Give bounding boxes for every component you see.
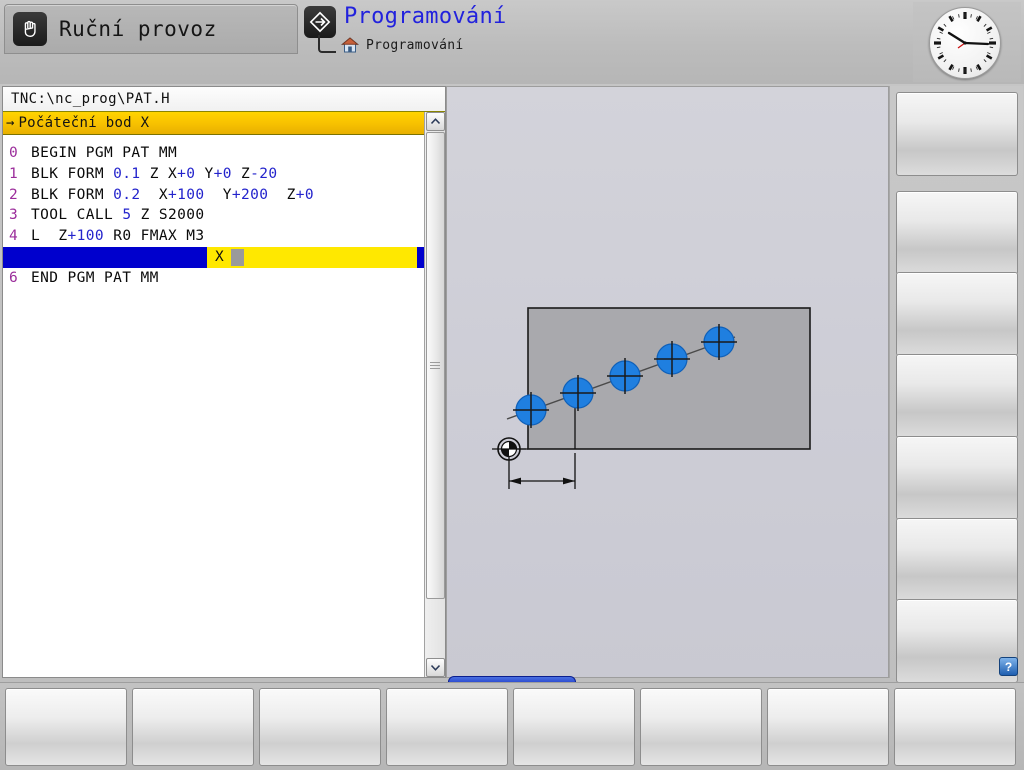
- softkey-bottom-1[interactable]: [5, 688, 127, 766]
- program-line[interactable]: 4 L Z+100 R0 FMAX M3: [3, 226, 445, 247]
- program-line[interactable]: 0 BEGIN PGM PAT MM: [3, 143, 445, 164]
- analog-clock: [929, 7, 1001, 79]
- tnc-control-screen: Ruční provoz Programování Programování T…: [0, 0, 1024, 770]
- file-path-bar: TNC:\nc_prog\PAT.H: [3, 87, 445, 112]
- header-bar: Ruční provoz Programování Programování: [0, 0, 1024, 84]
- line-number: 2: [9, 186, 19, 203]
- line-number: 6: [9, 269, 19, 286]
- file-path-text: TNC:\nc_prog\PAT.H: [11, 91, 170, 107]
- softkey-right-1[interactable]: [896, 92, 1018, 176]
- tab-programming[interactable]: Programování Programování: [304, 2, 544, 64]
- program-line[interactable]: 1 BLK FORM 0.1 Z X+0 Y+0 Z-20: [3, 164, 445, 185]
- tab-manual-label: Ruční provoz: [59, 17, 217, 41]
- line-text: TOOL CALL 5 Z S2000: [31, 207, 205, 224]
- line-text: BLK FORM 0.1 Z X+0 Y+0 Z-20: [31, 165, 278, 182]
- softkey-bottom-7[interactable]: [767, 688, 889, 766]
- softkey-bottom-5[interactable]: [513, 688, 635, 766]
- program-block-list[interactable]: 0 BEGIN PGM PAT MM 1 BLK FORM 0.1 Z X+0 Y+…: [3, 135, 445, 289]
- editor-vertical-scrollbar[interactable]: [424, 112, 445, 677]
- tab-manual-operation[interactable]: Ruční provoz: [4, 4, 298, 54]
- hand-icon: [13, 12, 47, 46]
- program-editor-pane: TNC:\nc_prog\PAT.H → Počáteční bod X 0 BE…: [2, 86, 446, 678]
- help-graphic-pane: [446, 86, 889, 678]
- line-number: 1: [9, 165, 19, 182]
- softkey-right-3[interactable]: [896, 272, 1018, 356]
- softkey-right-2[interactable]: [896, 191, 1018, 275]
- line-text: END PGM PAT MM: [31, 269, 159, 286]
- arrow-right-icon: →: [6, 115, 15, 131]
- scrollbar-grip: [430, 361, 440, 370]
- tree-elbow: [318, 35, 336, 53]
- program-line-selected[interactable]: 5 PATTERN DEF ROW1( X: [3, 246, 445, 286]
- datum-origin-icon: [492, 437, 526, 461]
- text-cursor: [231, 248, 244, 266]
- tab-programming-label: Programování: [344, 4, 507, 29]
- line-text: BEGIN PGM PAT MM: [31, 145, 178, 161]
- line-number: 0: [9, 145, 19, 161]
- row-pattern-help-graphic: [492, 307, 811, 489]
- dialog-prompt-bar: → Počáteční bod X: [3, 112, 445, 135]
- scroll-up-button[interactable]: [426, 112, 445, 131]
- line-text: L Z+100 R0 FMAX M3: [31, 228, 205, 245]
- softkey-bottom-8[interactable]: [894, 688, 1016, 766]
- help-icon[interactable]: ?: [999, 657, 1018, 676]
- field-axis-label: X: [215, 248, 225, 265]
- line-number: 4: [9, 228, 19, 245]
- dialog-prompt-text: Počáteční bod X: [18, 115, 150, 131]
- softkey-bottom-3[interactable]: [259, 688, 381, 766]
- softkey-right-4[interactable]: [896, 354, 1018, 438]
- home-icon: [340, 36, 360, 54]
- line-text: BLK FORM 0.2 X+100 Y+200 Z+0: [31, 186, 315, 203]
- softkey-bottom-4[interactable]: [386, 688, 508, 766]
- program-diamond-icon: [304, 6, 336, 38]
- program-line[interactable]: 3 TOOL CALL 5 Z S2000: [3, 205, 445, 226]
- softkey-bottom-6[interactable]: [640, 688, 762, 766]
- right-softkey-rail: ?: [889, 86, 1023, 683]
- softkey-bottom-2[interactable]: [132, 688, 254, 766]
- program-line[interactable]: 2 BLK FORM 0.2 X+100 Y+200 Z+0: [3, 185, 445, 206]
- tab-programming-sublabel: Programování: [366, 38, 464, 53]
- clock-widget: [913, 2, 1021, 82]
- line-number: 3: [9, 207, 19, 224]
- program-line[interactable]: 6 END PGM PAT MM: [3, 268, 445, 289]
- scrollbar-thumb[interactable]: [426, 132, 445, 599]
- scroll-down-button[interactable]: [426, 658, 445, 677]
- bottom-softkey-rail: [0, 682, 1024, 770]
- softkey-right-6[interactable]: [896, 518, 1018, 602]
- softkey-right-5[interactable]: [896, 436, 1018, 520]
